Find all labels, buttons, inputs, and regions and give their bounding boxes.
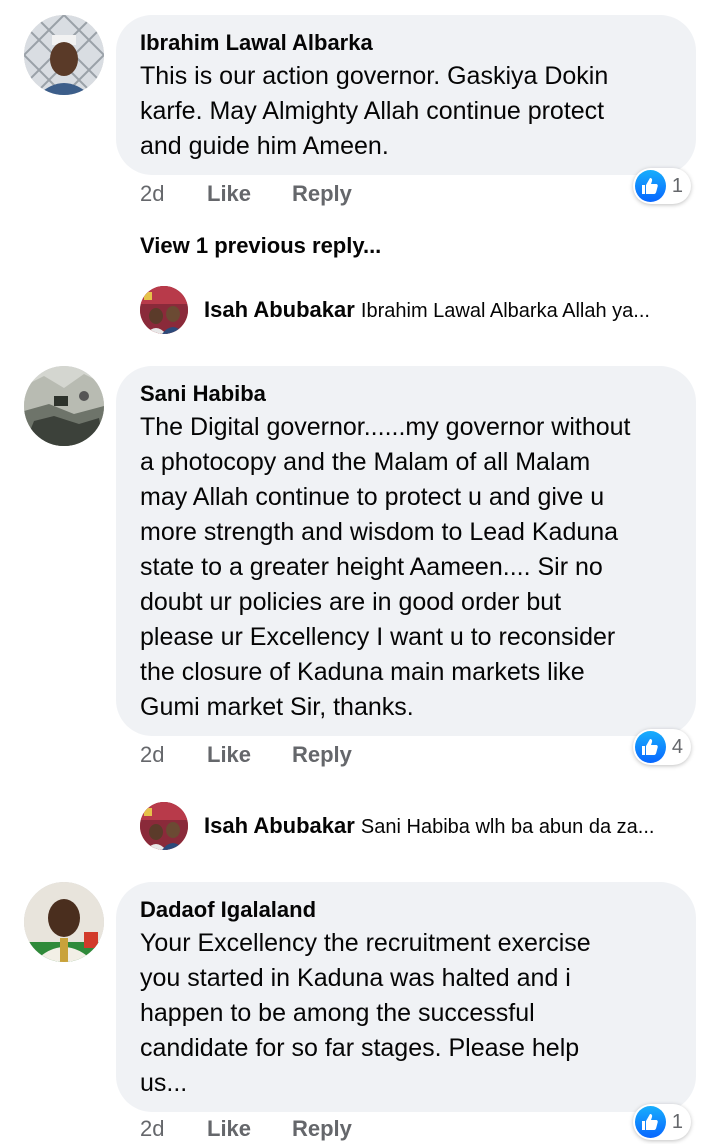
comment-bubble: Dadaof Igalaland Your Excellency the rec… [116, 882, 696, 1112]
reply-button[interactable]: Reply [292, 1114, 352, 1144]
thumbs-up-icon [635, 731, 666, 763]
comment-actions: 2d Like Reply [140, 179, 440, 209]
reply-preview[interactable]: Isah Abubakar Sani Habiba wlh ba abun da… [204, 811, 684, 842]
reply-preview-text: Ibrahim Lawal Albarka Allah ya... [360, 300, 650, 322]
reply-preview-text: Sani Habiba wlh ba abun da za... [360, 816, 655, 838]
comment-author[interactable]: Dadaof Igalaland [140, 896, 672, 924]
reaction-count: 4 [671, 735, 683, 758]
avatar-ibrahim-lawal-albarka[interactable] [24, 15, 104, 95]
comment-author[interactable]: Sani Habiba [140, 380, 672, 408]
comment-actions: 2d Like Reply [140, 740, 440, 770]
reply-author[interactable]: Isah Abubakar [204, 297, 355, 322]
thumbs-up-icon [635, 1106, 666, 1138]
reaction-count: 1 [671, 1110, 683, 1133]
reply-button[interactable]: Reply [292, 740, 352, 770]
like-button[interactable]: Like [207, 740, 251, 770]
comment-timestamp[interactable]: 2d [140, 1114, 164, 1144]
comment-author[interactable]: Ibrahim Lawal Albarka [140, 29, 672, 57]
comment-actions: 2d Like Reply [140, 1114, 440, 1144]
reaction-count: 1 [671, 174, 683, 197]
comment-timestamp[interactable]: 2d [140, 740, 164, 770]
avatar-dadaof-igalaland[interactable] [24, 882, 104, 962]
avatar-isah-abubakar[interactable] [140, 286, 188, 334]
comment-bubble: Sani Habiba The Digital governor......my… [116, 366, 696, 736]
comment-bubble: Ibrahim Lawal Albarka This is our action… [116, 15, 696, 175]
reply-button[interactable]: Reply [292, 179, 352, 209]
reaction-summary[interactable]: 1 [633, 168, 691, 204]
like-button[interactable]: Like [207, 179, 251, 209]
view-previous-replies-link[interactable]: View 1 previous reply... [140, 233, 381, 259]
comment-text: This is our action governor. Gaskiya Dok… [140, 62, 609, 160]
comment-text: Your Excellency the recruitment exercise… [140, 929, 591, 1097]
comment-text: The Digital governor......my governor wi… [140, 413, 631, 721]
like-button[interactable]: Like [207, 1114, 251, 1144]
thumbs-up-icon [635, 170, 666, 202]
avatar-sani-habiba[interactable] [24, 366, 104, 446]
avatar-isah-abubakar[interactable] [140, 802, 188, 850]
comment-timestamp[interactable]: 2d [140, 179, 164, 209]
reply-preview[interactable]: Isah Abubakar Ibrahim Lawal Albarka Alla… [204, 295, 684, 326]
reaction-summary[interactable]: 1 [633, 1104, 691, 1140]
reaction-summary[interactable]: 4 [633, 729, 691, 765]
reply-author[interactable]: Isah Abubakar [204, 813, 355, 838]
